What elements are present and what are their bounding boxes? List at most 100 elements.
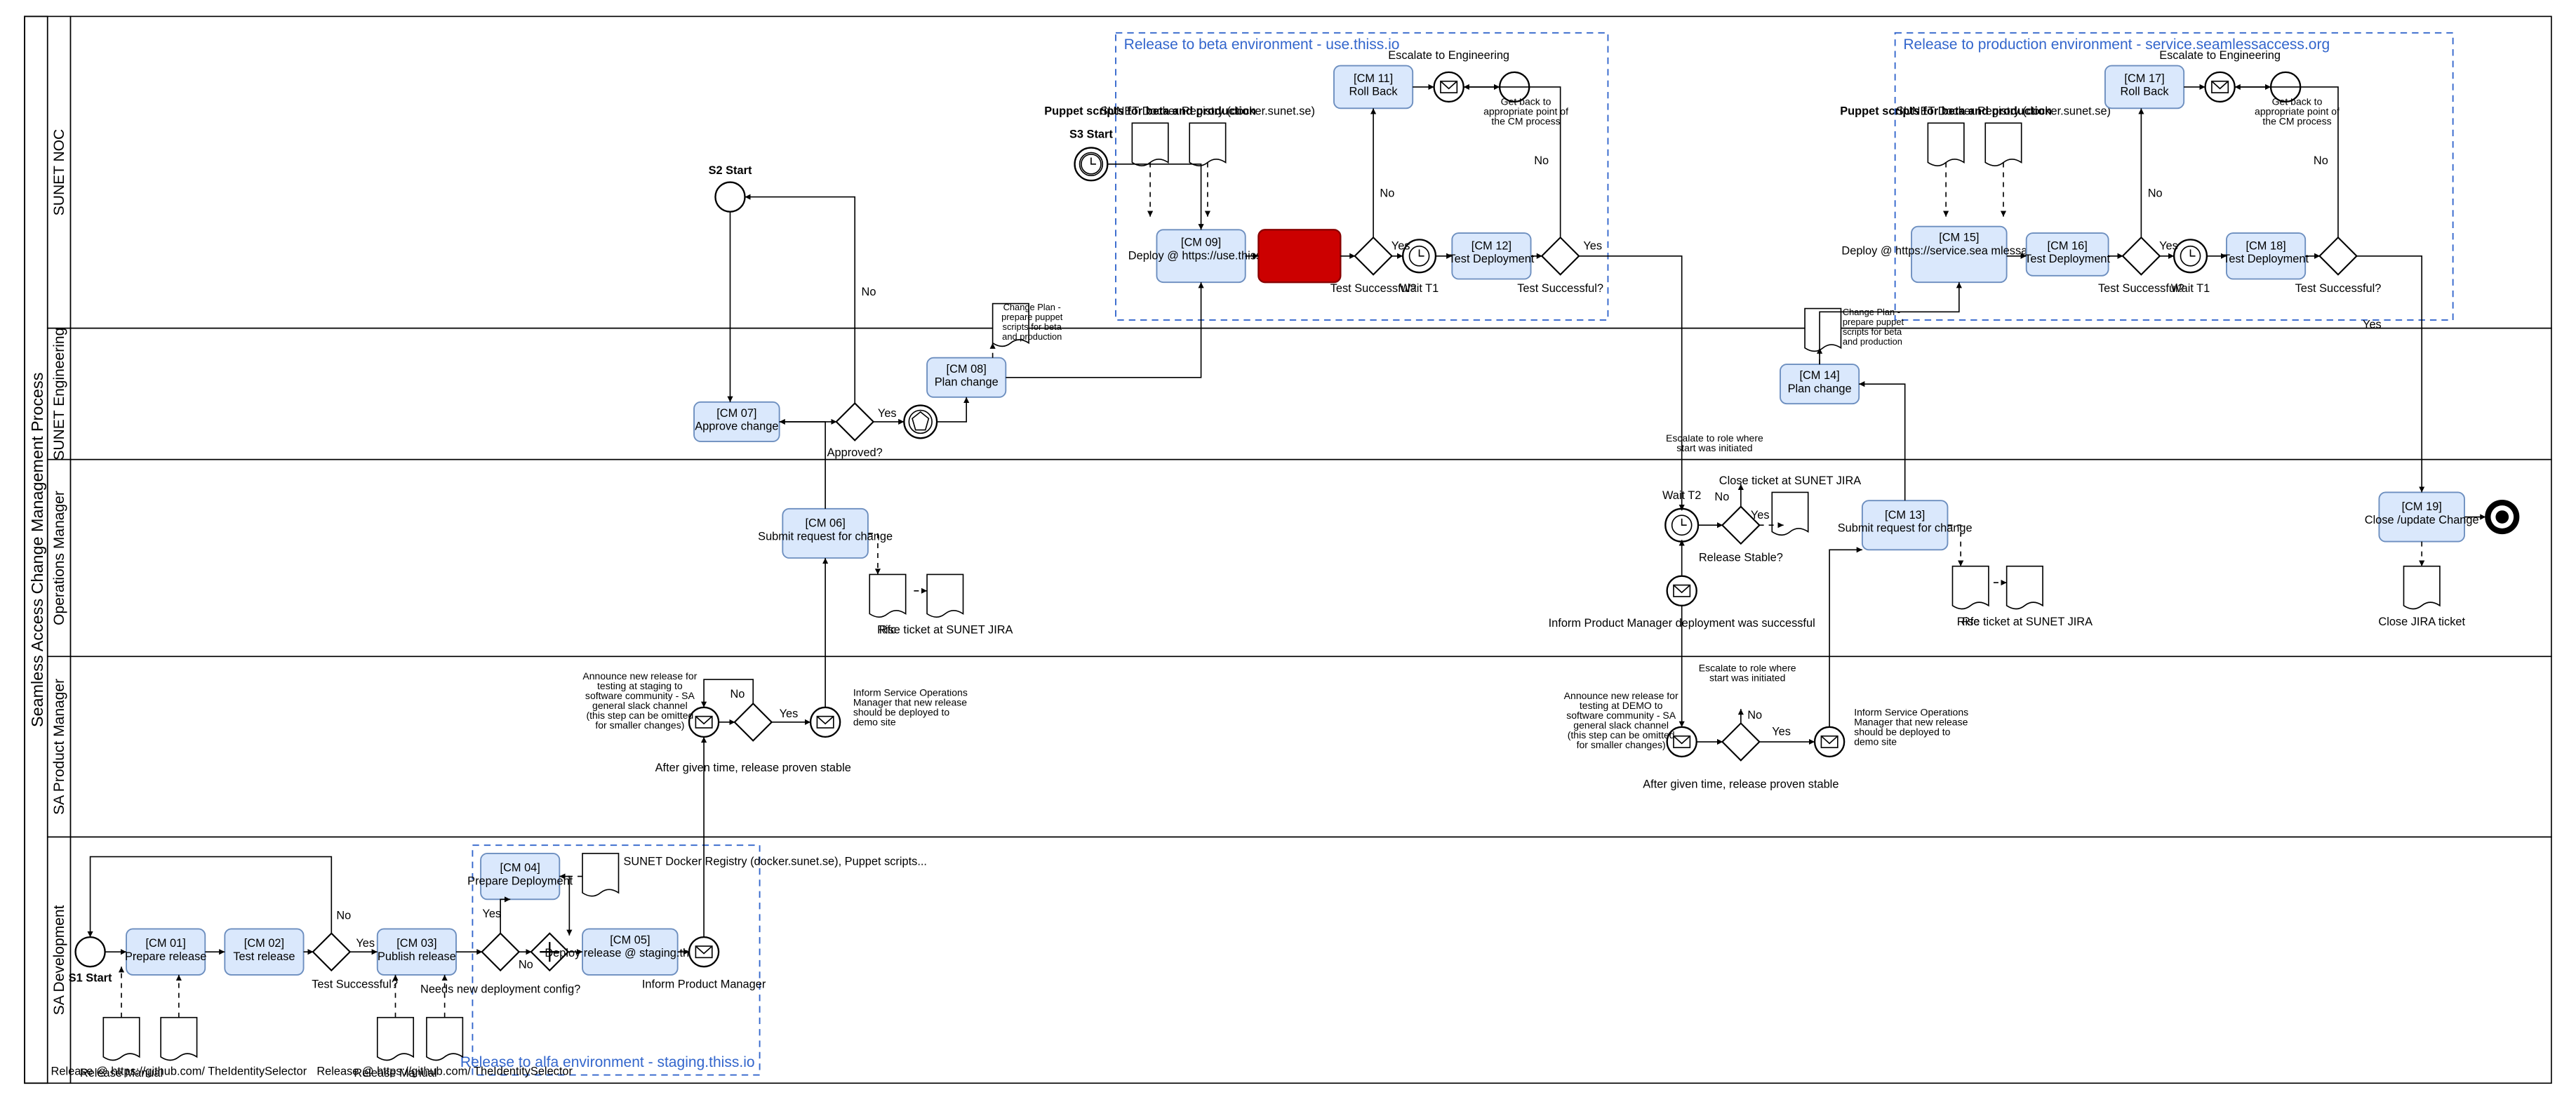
- svg-text:Approved?: Approved?: [827, 446, 883, 459]
- svg-text:Approve change: Approve change: [695, 420, 778, 433]
- doc-jira: [927, 574, 963, 617]
- svg-text:[CM 09]: [CM 09]: [1181, 237, 1221, 249]
- svg-text:Roll Back: Roll Back: [2121, 86, 2170, 98]
- svg-text:[CM 19]: [CM 19]: [2402, 500, 2442, 513]
- doc-sunetreg3: [1985, 123, 2021, 166]
- svg-text:[CM 07]: [CM 07]: [716, 407, 756, 420]
- svg-text:Test Deployment: Test Deployment: [2024, 253, 2110, 265]
- svg-text:SUNET Engineering: SUNET Engineering: [51, 328, 67, 460]
- svg-text:Yes: Yes: [356, 937, 375, 950]
- doc-changeplan2: [1805, 309, 1841, 352]
- start-s1: [76, 937, 105, 966]
- svg-text:Test Successful?: Test Successful?: [2295, 282, 2382, 295]
- svg-text:[CM 06]: [CM 06]: [805, 517, 845, 530]
- svg-text:[CM 04]: [CM 04]: [500, 862, 540, 875]
- bpmn-diagram: Seamless Access Change Management Proces…: [0, 0, 2576, 1116]
- svg-text:No: No: [1534, 154, 1549, 167]
- svg-text:Yes: Yes: [2363, 319, 2382, 331]
- svg-text:SUNET Docker Registry (docker.: SUNET Docker Registry (docker.sunet.se): [1100, 105, 1315, 118]
- svg-text:No: No: [2148, 187, 2163, 200]
- svg-text:[CM 01]: [CM 01]: [146, 937, 186, 950]
- svg-text:Release to beta environment -: Release to beta environment - use.thiss.…: [1124, 36, 1400, 53]
- lanes: SUNET NOC SUNET Engineering Operations M…: [48, 16, 2551, 1083]
- svg-text:Submit request for change: Submit request for change: [1838, 522, 1973, 535]
- svg-text:Yes: Yes: [482, 908, 501, 920]
- svg-text:[CM 17]: [CM 17]: [2124, 72, 2164, 85]
- svg-text:[CM 13]: [CM 13]: [1885, 509, 1925, 522]
- svg-text:Wait T1: Wait T1: [2171, 282, 2210, 295]
- svg-text:No: No: [1714, 491, 1729, 503]
- svg-text:Submit request for change: Submit request for change: [758, 530, 893, 543]
- doc-sunetreg2: [1189, 123, 1225, 166]
- svg-text:No: No: [1747, 709, 1762, 722]
- svg-text:[CM 15]: [CM 15]: [1939, 232, 1979, 244]
- start-s2: [715, 182, 745, 212]
- svg-text:S1 Start: S1 Start: [69, 971, 112, 984]
- svg-text:Test release: Test release: [233, 950, 295, 963]
- svg-text:Test Deployment: Test Deployment: [2223, 253, 2309, 265]
- doc-sunetreg: [582, 853, 618, 896]
- svg-text:No: No: [336, 909, 351, 922]
- svg-text:Release @ https://github.com/: Release @ https://github.com/ TheIdentit…: [316, 1065, 573, 1078]
- doc-rfc: [869, 574, 905, 617]
- svg-text:No: No: [519, 959, 533, 971]
- svg-text:Wait T1: Wait T1: [1400, 282, 1439, 295]
- doc-puppet: [1132, 123, 1168, 166]
- svg-text:SUNET Docker Registry (docker.: SUNET Docker Registry (docker.sunet.se): [1896, 105, 2111, 118]
- svg-text:[CM 18]: [CM 18]: [2245, 239, 2285, 252]
- svg-text:Yes: Yes: [1392, 239, 1410, 252]
- doc-closejira: [2404, 566, 2440, 609]
- svg-text:Operations Manager: Operations Manager: [51, 491, 67, 625]
- svg-text:Prepare release: Prepare release: [125, 950, 206, 963]
- svg-text:Release Stable?: Release Stable?: [1699, 552, 1783, 564]
- svg-text:No: No: [1380, 187, 1394, 200]
- svg-text:Yes: Yes: [1583, 239, 1602, 252]
- svg-text:Yes: Yes: [878, 407, 897, 420]
- svg-text:Test Successful?: Test Successful?: [312, 978, 398, 991]
- doc-relman2: [378, 1018, 413, 1061]
- svg-text:Yes: Yes: [780, 708, 799, 720]
- svg-text:S3 Start: S3 Start: [1069, 128, 1113, 140]
- svg-text:After given time, release prov: After given time, release proven stable: [1643, 778, 1838, 790]
- svg-text:SUNET Docker Registry (docker.: SUNET Docker Registry (docker.sunet.se),…: [624, 855, 927, 868]
- svg-text:S2 Start: S2 Start: [709, 164, 752, 177]
- svg-text:Rise ticket at SUNET JIRA: Rise ticket at SUNET JIRA: [1957, 616, 2093, 628]
- doc-relman: [103, 1018, 139, 1061]
- svg-text:Roll Back: Roll Back: [1349, 86, 1399, 98]
- svg-text:Test Deployment: Test Deployment: [1449, 253, 1535, 265]
- doc-jira2: [2007, 566, 2043, 609]
- svg-text:Yes: Yes: [1751, 509, 1770, 522]
- svg-text:[CM 11]: [CM 11]: [1354, 72, 1393, 85]
- error-event: [1258, 230, 1340, 282]
- svg-text:Prepare Deployment: Prepare Deployment: [467, 875, 573, 887]
- svg-text:Plan change: Plan change: [1788, 383, 1852, 395]
- svg-text:[CM 05]: [CM 05]: [610, 934, 650, 946]
- svg-text:Yes: Yes: [1772, 726, 1791, 738]
- svg-text:Inform Product Manager: Inform Product Manager: [642, 978, 766, 991]
- svg-text:[CM 02]: [CM 02]: [244, 937, 284, 950]
- svg-text:Escalate to Engineering: Escalate to Engineering: [2159, 49, 2281, 62]
- doc-relgh2: [427, 1018, 462, 1061]
- svg-text:Close /update Change: Close /update Change: [2365, 514, 2479, 526]
- svg-text:Rise ticket at SUNET JIRA: Rise ticket at SUNET JIRA: [877, 624, 1013, 637]
- svg-text:[CM 03]: [CM 03]: [396, 937, 436, 950]
- svg-text:Release @ https://github.com/: Release @ https://github.com/ TheIdentit…: [51, 1065, 307, 1078]
- svg-text:No: No: [2314, 154, 2328, 167]
- svg-text:SA Development: SA Development: [51, 905, 67, 1015]
- doc-closejira2: [1772, 492, 1808, 535]
- svg-text:Test Successful?: Test Successful?: [1517, 282, 1603, 295]
- doc-relgh: [161, 1018, 196, 1061]
- svg-text:[CM 14]: [CM 14]: [1799, 369, 1839, 382]
- svg-text:After given time, release prov: After given time, release proven stable: [655, 762, 851, 774]
- svg-text:No: No: [730, 688, 745, 700]
- svg-text:Close JIRA ticket: Close JIRA ticket: [2378, 616, 2465, 628]
- svg-text:SA Product Manager: SA Product Manager: [51, 679, 67, 815]
- svg-text:[CM 08]: [CM 08]: [947, 363, 987, 376]
- svg-text:SUNET NOC: SUNET NOC: [51, 129, 67, 215]
- svg-text:Publish release: Publish release: [378, 950, 456, 963]
- svg-text:Escalate to Engineering: Escalate to Engineering: [1388, 49, 1509, 62]
- svg-text:[CM 12]: [CM 12]: [1471, 239, 1511, 252]
- svg-text:Plan change: Plan change: [935, 376, 999, 388]
- svg-text:Yes: Yes: [2159, 239, 2178, 252]
- doc-rfc2: [1952, 566, 1988, 609]
